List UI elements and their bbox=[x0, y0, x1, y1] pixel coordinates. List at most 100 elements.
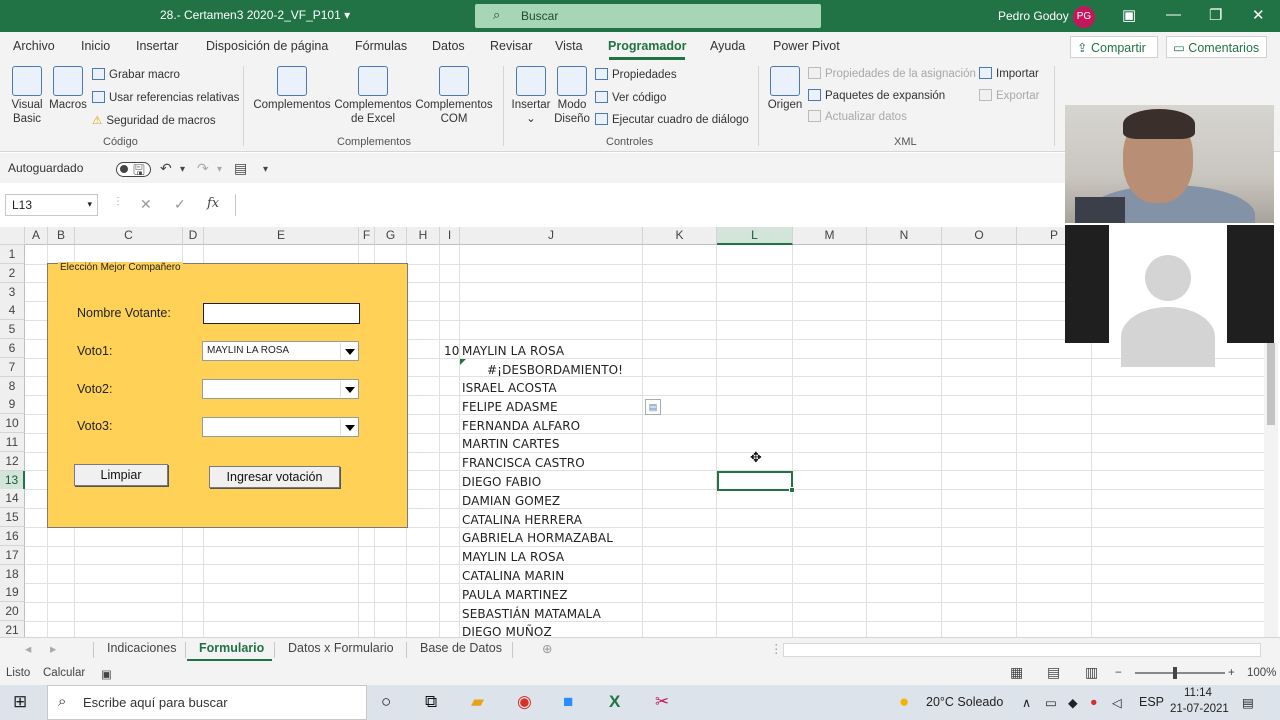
sheet-tab-formulario[interactable]: Formulario bbox=[199, 641, 264, 655]
cell-j6[interactable]: MAYLIN LA ROSA bbox=[462, 342, 564, 360]
sheet-tab-datos-formulario[interactable]: Datos x Formulario bbox=[288, 641, 394, 655]
minimize-icon[interactable]: — bbox=[1166, 6, 1181, 23]
insert-function-icon[interactable]: fx bbox=[207, 196, 219, 211]
cell-j18[interactable]: CATALINA MARIN bbox=[462, 567, 564, 585]
cell-j14[interactable]: DAMIAN GOMEZ bbox=[462, 492, 560, 510]
macro-record-icon[interactable]: ▣ bbox=[101, 667, 112, 681]
voto1-combobox[interactable]: MAYLIN LA ROSA bbox=[202, 341, 359, 361]
form-icon[interactable]: ▤ bbox=[234, 160, 247, 177]
tab-vista[interactable]: Vista bbox=[555, 39, 583, 53]
tab-power-pivot[interactable]: Power Pivot bbox=[773, 39, 840, 53]
row-header-13[interactable]: 13 bbox=[0, 470, 25, 490]
close-icon[interactable]: ✕ bbox=[1252, 6, 1265, 24]
add-ins-button[interactable]: Complementos bbox=[252, 66, 332, 112]
column-header-m[interactable]: M bbox=[793, 227, 867, 245]
cortana-icon[interactable]: ○ bbox=[381, 692, 391, 712]
visual-basic-button[interactable]: Visual Basic bbox=[8, 66, 46, 126]
properties-button[interactable]: Propiedades bbox=[595, 68, 677, 81]
record-icon[interactable]: ● bbox=[1090, 695, 1098, 709]
redo-dropdown-icon[interactable]: ▾ bbox=[217, 164, 222, 175]
column-header-h[interactable]: H bbox=[407, 227, 440, 245]
cell-j8[interactable]: ISRAEL ACOSTA bbox=[462, 379, 557, 397]
weather-text[interactable]: 20°C Soleado bbox=[926, 695, 1003, 709]
column-header-i[interactable]: I bbox=[440, 227, 460, 245]
voto3-combobox[interactable] bbox=[202, 417, 359, 437]
cell-j12[interactable]: FRANCISCA CASTRO bbox=[462, 454, 585, 472]
zoom-in-icon[interactable]: + bbox=[1228, 667, 1235, 679]
column-header-g[interactable]: G bbox=[375, 227, 407, 245]
row-header-21[interactable]: 21 bbox=[0, 621, 25, 637]
paste-options-icon[interactable]: ▤ bbox=[645, 399, 661, 415]
calculate-button[interactable]: Calcular bbox=[43, 667, 85, 679]
column-header-j[interactable]: J bbox=[460, 227, 643, 245]
redo-icon[interactable]: ↷ bbox=[197, 160, 209, 177]
relative-references-button[interactable]: Usar referencias relativas bbox=[92, 91, 239, 104]
tab-programador[interactable]: Programador bbox=[608, 39, 687, 53]
row-header-17[interactable]: 17 bbox=[0, 545, 25, 565]
taskbar-search[interactable]: ⌕ Escribe aquí para buscar bbox=[47, 685, 367, 720]
voto2-combobox[interactable] bbox=[202, 379, 359, 399]
prev-sheet-icon[interactable]: ◂ bbox=[25, 641, 31, 656]
language-indicator[interactable]: ESP bbox=[1139, 695, 1164, 709]
cell-j17[interactable]: MAYLIN LA ROSA bbox=[462, 548, 564, 566]
row-header-11[interactable]: 11 bbox=[0, 433, 25, 452]
cell-j19[interactable]: PAULA MARTINEZ bbox=[462, 586, 568, 604]
column-header-a[interactable]: A bbox=[25, 227, 48, 245]
nombre-votante-input[interactable] bbox=[203, 303, 360, 324]
map-properties-button[interactable]: Propiedades de la asignación bbox=[808, 67, 976, 80]
task-view-icon[interactable]: ⧉ bbox=[425, 692, 437, 712]
row-header-15[interactable]: 15 bbox=[0, 508, 25, 528]
document-title[interactable]: 28.- Certamen3 2020-2_VF_P101 ▾ bbox=[160, 8, 350, 22]
row-header-19[interactable]: 19 bbox=[0, 583, 25, 603]
column-header-c[interactable]: C bbox=[75, 227, 183, 245]
avatar[interactable]: PG bbox=[1073, 6, 1095, 28]
tab-datos[interactable]: Datos bbox=[432, 39, 465, 53]
row-header-10[interactable]: 10 bbox=[0, 414, 25, 434]
cell-j15[interactable]: CATALINA HERRERA bbox=[462, 511, 582, 529]
sheet-tab-indicaciones[interactable]: Indicaciones bbox=[107, 641, 177, 655]
chevron-up-icon[interactable]: ∧ bbox=[1022, 695, 1031, 710]
tab-disposicion[interactable]: Disposición de página bbox=[206, 39, 328, 53]
comments-button[interactable]: ▭ Comentarios bbox=[1166, 36, 1267, 58]
tab-revisar[interactable]: Revisar bbox=[490, 39, 532, 53]
zoom-app-icon[interactable]: ■ bbox=[563, 692, 573, 712]
run-dialog-button[interactable]: Ejecutar cuadro de diálogo bbox=[595, 113, 749, 126]
row-header-2[interactable]: 2 bbox=[0, 263, 25, 283]
design-mode-button[interactable]: Modo Diseño bbox=[553, 66, 591, 126]
insert-control-button[interactable]: Insertar ⌄ bbox=[510, 66, 552, 126]
tab-ayuda[interactable]: Ayuda bbox=[710, 39, 745, 53]
row-header-6[interactable]: 6 bbox=[0, 339, 25, 358]
column-header-e[interactable]: E bbox=[204, 227, 359, 245]
share-button[interactable]: ⇪ Compartir bbox=[1070, 36, 1158, 58]
cell-j16[interactable]: GABRIELA HORMAZABAL bbox=[462, 529, 613, 547]
row-header-7[interactable]: 7 bbox=[0, 357, 25, 377]
select-all-corner[interactable] bbox=[0, 227, 25, 245]
selected-cell-l13[interactable] bbox=[717, 471, 795, 493]
tab-archivo[interactable]: Archivo bbox=[13, 39, 55, 53]
column-header-b[interactable]: B bbox=[48, 227, 75, 245]
chevron-down-icon[interactable] bbox=[340, 343, 357, 359]
column-header-d[interactable]: D bbox=[183, 227, 204, 245]
import-button[interactable]: Importar bbox=[979, 67, 1039, 80]
sheet-tab-base-datos[interactable]: Base de Datos bbox=[420, 641, 502, 655]
cancel-icon[interactable]: ✕ bbox=[140, 196, 152, 213]
cell-j13[interactable]: DIEGO FABIO bbox=[462, 473, 541, 491]
enter-icon[interactable]: ✓ bbox=[174, 196, 186, 213]
expansion-packs-button[interactable]: Paquetes de expansión bbox=[808, 89, 945, 102]
ingresar-votacion-button[interactable]: Ingresar votación bbox=[209, 466, 340, 488]
row-header-14[interactable]: 14 bbox=[0, 489, 25, 509]
cell-i6[interactable]: 10 bbox=[444, 342, 459, 360]
undo-dropdown-icon[interactable]: ▾ bbox=[180, 164, 185, 175]
xml-source-button[interactable]: Origen bbox=[766, 66, 804, 112]
zoom-thumb[interactable] bbox=[1173, 667, 1177, 679]
scroll-thumb[interactable] bbox=[1267, 343, 1275, 425]
com-add-ins-button[interactable]: Complementos COM bbox=[414, 66, 494, 126]
cell-j20[interactable]: SEBASTIÁN MATAMALA bbox=[462, 605, 601, 623]
save-icon[interactable]: 🖫 bbox=[133, 160, 145, 184]
dropbox-icon[interactable]: ◆ bbox=[1068, 695, 1078, 710]
zoom-level[interactable]: 100% bbox=[1247, 667, 1276, 679]
next-sheet-icon[interactable]: ▸ bbox=[50, 641, 56, 656]
formula-input[interactable] bbox=[235, 194, 1065, 216]
undo-icon[interactable]: ↶ bbox=[160, 160, 172, 177]
page-break-icon[interactable]: ▥ bbox=[1085, 664, 1098, 681]
